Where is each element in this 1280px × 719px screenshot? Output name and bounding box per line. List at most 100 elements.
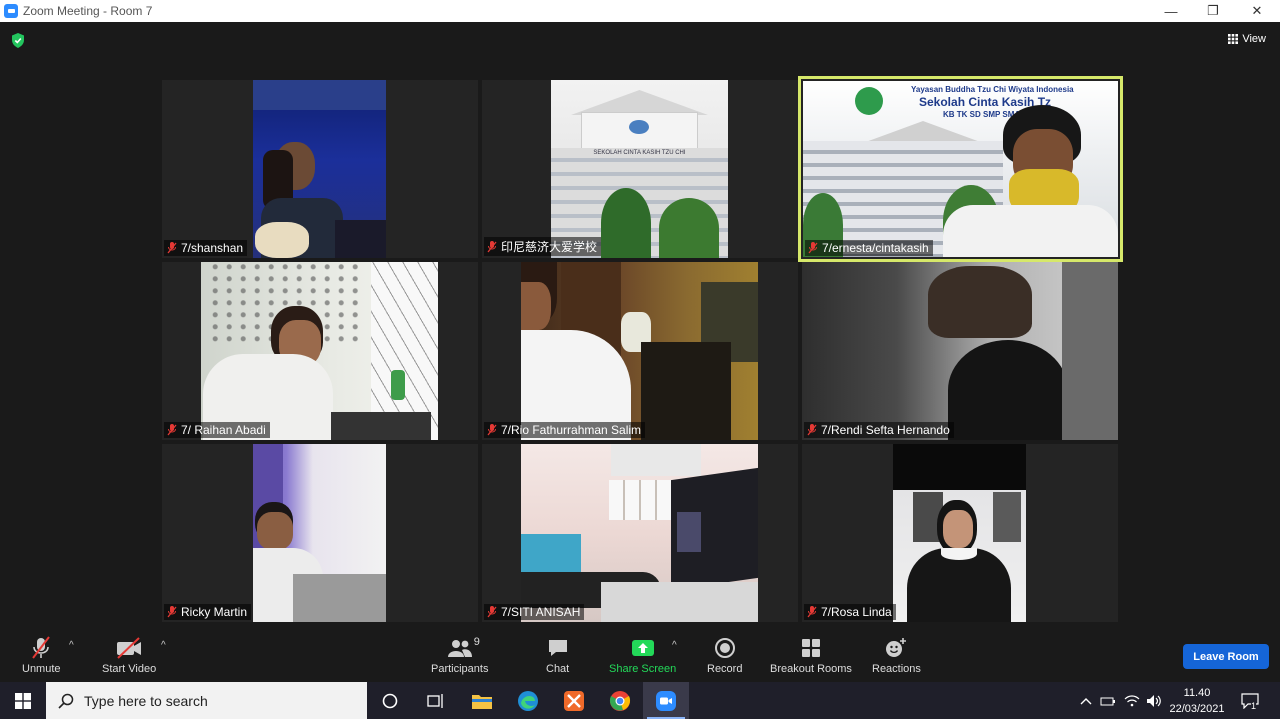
- participant-tile[interactable]: 7/shanshan: [162, 80, 478, 258]
- chat-button[interactable]: Chat: [546, 636, 569, 675]
- task-view-button[interactable]: [413, 682, 459, 719]
- cortana-button[interactable]: [367, 682, 413, 719]
- muted-microphone-icon: [487, 606, 497, 618]
- participant-name-tag: 7/Rio Fathurrahman Salim: [484, 422, 646, 438]
- zoom-app-icon: [656, 690, 676, 711]
- video-feed: [253, 444, 386, 622]
- encryption-shield-icon[interactable]: [11, 33, 25, 48]
- participant-name: 印尼慈济大爱学校: [501, 240, 598, 254]
- breakout-rooms-label: Breakout Rooms: [770, 663, 852, 675]
- speaker-volume-icon: [1147, 694, 1161, 707]
- participant-name: 7/ernesta/cintakasih: [822, 241, 929, 255]
- participants-button[interactable]: 9 Participants: [431, 636, 488, 675]
- reactions-button[interactable]: Reactions: [872, 636, 921, 675]
- video-feed: [802, 262, 1118, 440]
- participants-label: Participants: [431, 663, 489, 675]
- audio-options-caret[interactable]: ^: [69, 640, 74, 651]
- zoom-app-icon: [4, 4, 18, 18]
- start-button[interactable]: [0, 682, 46, 719]
- clock-time: 11.40: [1183, 687, 1211, 699]
- window-title: Zoom Meeting - Room 7: [23, 4, 153, 18]
- share-screen-icon: [631, 640, 654, 656]
- participant-tile[interactable]: Ricky Martin: [162, 444, 478, 622]
- muted-microphone-icon: [808, 242, 818, 254]
- participant-name-tag: 7/shanshan: [164, 240, 248, 256]
- video-feed: [893, 444, 1026, 622]
- muted-microphone-icon: [807, 424, 817, 436]
- participant-tile-active-speaker[interactable]: Yayasan Buddha Tzu Chi Wiyata Indonesia …: [798, 76, 1123, 262]
- grid-view-icon: [1228, 34, 1239, 44]
- chrome-browser-icon: [609, 690, 631, 711]
- participant-tile[interactable]: SEKOLAH CINTA KASIH TZU CHI 印尼慈济大爱学校: [482, 80, 798, 258]
- participant-name: 7/Rendi Sefta Hernando: [821, 423, 950, 437]
- participant-tile[interactable]: 7/SITI ANISAH: [482, 444, 798, 622]
- clock-date: 22/03/2021: [1169, 703, 1225, 715]
- file-explorer-icon: [472, 694, 492, 709]
- tray-battery[interactable]: [1098, 682, 1118, 719]
- school-banner-line1: Yayasan Buddha Tzu Chi Wiyata Indonesia: [911, 85, 1074, 94]
- participant-name-tag: 印尼慈济大爱学校: [484, 237, 602, 256]
- restore-button[interactable]: ❐: [1190, 0, 1236, 22]
- school-building-sign: SEKOLAH CINTA KASIH TZU CHI: [593, 150, 686, 156]
- breakout-rooms-icon: [801, 639, 820, 657]
- video-feed: SEKOLAH CINTA KASIH TZU CHI: [551, 80, 728, 258]
- video-options-caret[interactable]: ^: [161, 640, 166, 651]
- muted-microphone-icon: [32, 636, 51, 659]
- record-label: Record: [707, 663, 743, 675]
- participant-tile[interactable]: 7/Rosa Linda: [802, 444, 1118, 622]
- chat-bubble-icon: [548, 640, 567, 656]
- participants-icon: [447, 640, 472, 657]
- action-center-button[interactable]: 1: [1236, 682, 1264, 719]
- show-hidden-icons-button[interactable]: [1076, 682, 1096, 719]
- tray-network[interactable]: [1122, 682, 1142, 719]
- windows-logo-icon: [15, 692, 31, 709]
- notification-icon: [1241, 692, 1259, 709]
- view-button[interactable]: View: [1228, 33, 1266, 45]
- chat-label: Chat: [546, 663, 570, 675]
- record-icon: [714, 638, 735, 658]
- taskbar-file-explorer[interactable]: [459, 682, 505, 719]
- unmute-button[interactable]: Unmute: [22, 636, 61, 675]
- participant-name: Ricky Martin: [181, 605, 248, 619]
- participants-count: 9: [473, 636, 480, 648]
- close-button[interactable]: ✕: [1234, 0, 1280, 22]
- record-button[interactable]: Record: [707, 636, 742, 675]
- share-options-caret[interactable]: ^: [672, 640, 677, 651]
- taskbar-search-box[interactable]: Type here to search: [46, 682, 367, 719]
- participant-tile[interactable]: 7/Rio Fathurrahman Salim: [482, 262, 798, 440]
- cortana-circle-icon: [382, 693, 398, 708]
- start-video-button[interactable]: Start Video: [102, 636, 156, 675]
- taskbar-chrome[interactable]: [597, 682, 643, 719]
- reactions-label: Reactions: [872, 663, 921, 675]
- taskbar-xampp[interactable]: [551, 682, 597, 719]
- participant-name-tag: Ricky Martin: [164, 604, 252, 620]
- video-feed: Yayasan Buddha Tzu Chi Wiyata Indonesia …: [803, 81, 1118, 257]
- taskbar-edge[interactable]: [505, 682, 551, 719]
- muted-microphone-icon: [487, 424, 497, 436]
- taskbar-clock[interactable]: 11.40 22/03/2021: [1168, 685, 1226, 717]
- participant-name: 7/ Raihan Abadi: [181, 423, 266, 437]
- breakout-rooms-button[interactable]: Breakout Rooms: [770, 636, 852, 675]
- xampp-icon: [564, 690, 584, 711]
- wifi-icon: [1124, 694, 1140, 706]
- start-video-label: Start Video: [102, 663, 157, 675]
- participant-name: 7/Rosa Linda: [821, 605, 892, 619]
- muted-microphone-icon: [487, 240, 497, 252]
- participant-name: 7/shanshan: [181, 241, 244, 255]
- leave-room-button[interactable]: Leave Room: [1183, 644, 1269, 669]
- minimize-button[interactable]: —: [1148, 0, 1194, 22]
- taskbar-zoom[interactable]: [643, 682, 689, 719]
- edge-browser-icon: [518, 690, 538, 711]
- participant-name: 7/SITI ANISAH: [501, 605, 581, 619]
- chevron-up-icon: [1080, 697, 1092, 704]
- tray-volume[interactable]: [1144, 682, 1164, 719]
- search-icon: [58, 693, 74, 709]
- muted-microphone-icon: [807, 606, 817, 618]
- participant-tile[interactable]: 7/ Raihan Abadi: [162, 262, 478, 440]
- share-screen-button[interactable]: Share Screen: [609, 636, 676, 675]
- view-label: View: [1242, 33, 1266, 45]
- participant-tile[interactable]: 7/Rendi Sefta Hernando: [802, 262, 1118, 440]
- windows-taskbar: Type here to search 11.40 22/03/2021 1: [0, 682, 1280, 719]
- muted-microphone-icon: [167, 424, 177, 436]
- muted-microphone-icon: [167, 606, 177, 618]
